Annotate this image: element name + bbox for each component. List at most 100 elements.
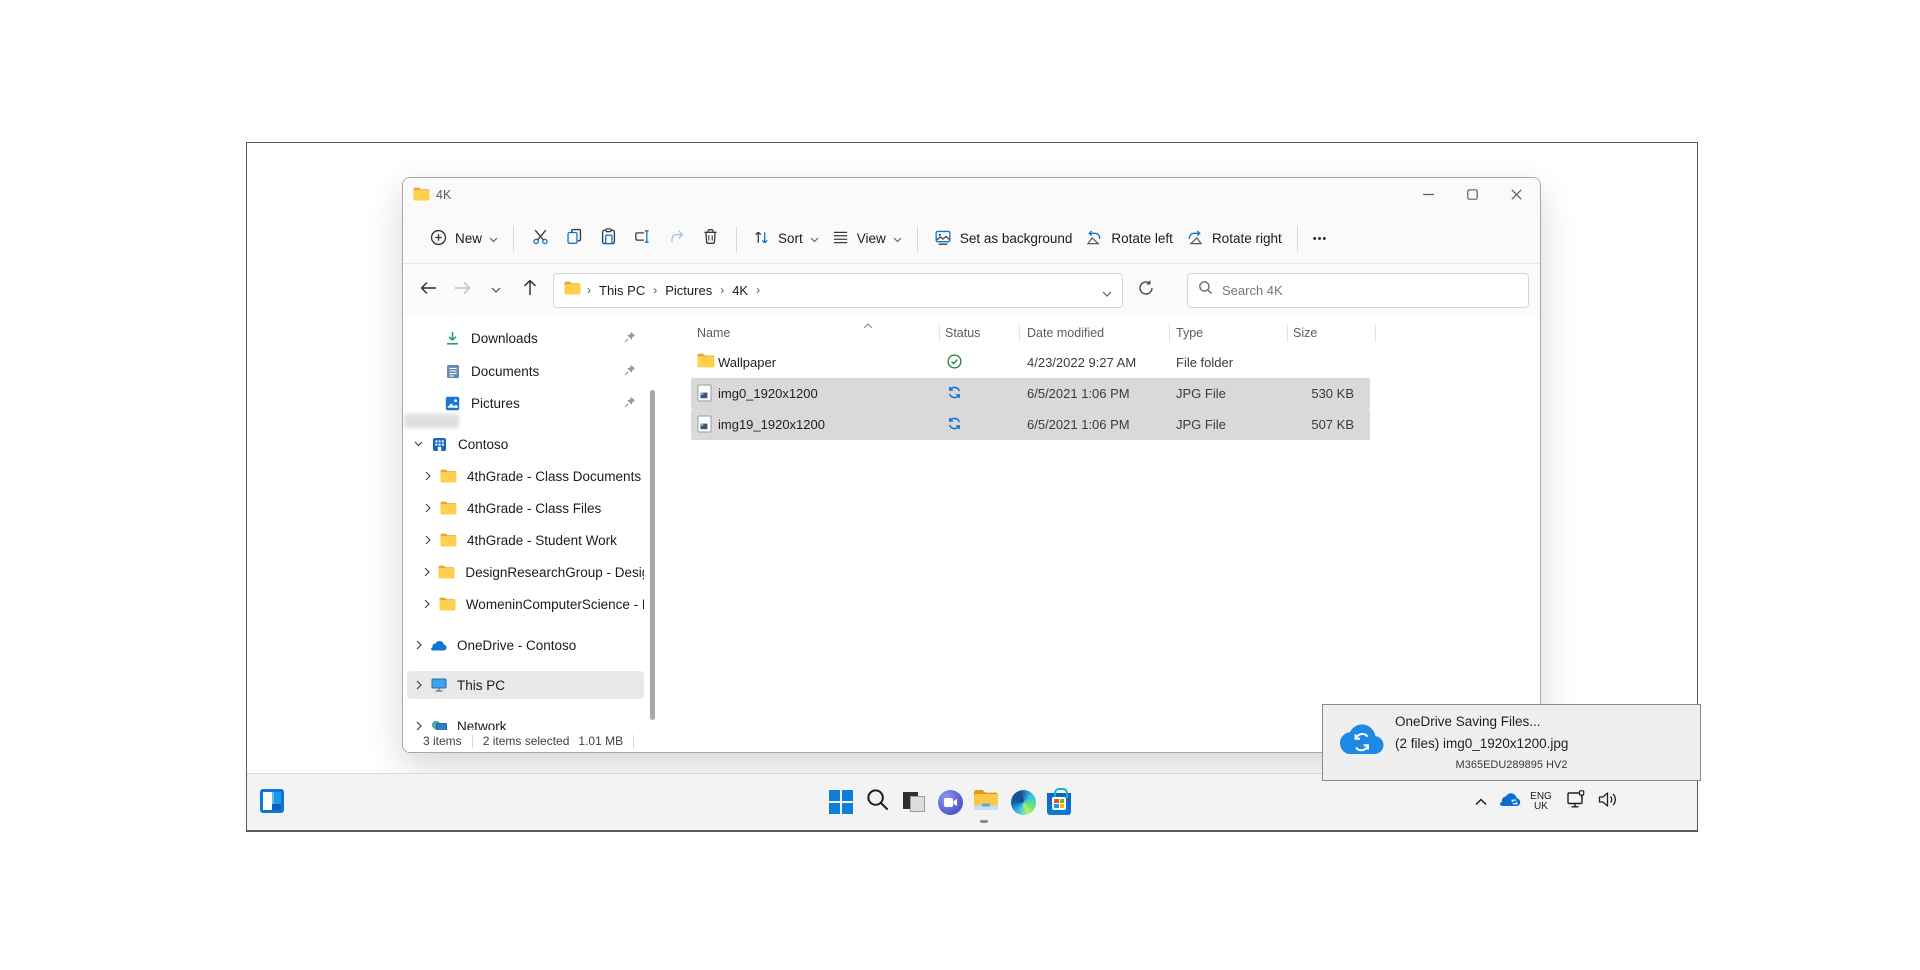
up-button[interactable]: [513, 273, 547, 307]
sidebar-item-designresearchgroup[interactable]: DesignResearchGroup - Design Re: [407, 558, 644, 586]
more-options-button[interactable]: •••: [1307, 221, 1334, 257]
search-icon: [1198, 280, 1213, 300]
column-header-status[interactable]: Status: [945, 326, 980, 340]
column-header-type[interactable]: Type: [1176, 326, 1203, 340]
sidebar-item-4thgrade-class-files[interactable]: 4thGrade - Class Files: [407, 494, 644, 522]
copy-button[interactable]: [557, 221, 591, 257]
breadcrumb-chevron-icon: ›: [649, 283, 661, 297]
rename-button[interactable]: [625, 221, 659, 257]
rotate-right-icon: [1185, 228, 1205, 250]
selection-size: 1.01 MB: [578, 734, 623, 748]
sidebar-item-4thgrade-class-documents[interactable]: 4thGrade - Class Documents: [407, 462, 644, 490]
breadcrumb-bar[interactable]: › This PC › Pictures › 4K ›: [553, 273, 1123, 308]
sort-button[interactable]: Sort: [746, 221, 825, 257]
widgets-button[interactable]: [260, 789, 286, 815]
file-date-modified: 4/23/2022 9:27 AM: [1027, 355, 1136, 370]
explorer-window: 4K New: [402, 177, 1541, 753]
task-view-button[interactable]: [901, 789, 927, 815]
task-view-icon: [902, 790, 926, 814]
sidebar-item-label: DesignResearchGroup - Design Re: [465, 565, 644, 580]
chevron-right-icon: [423, 535, 433, 545]
sidebar-item-contoso[interactable]: Contoso: [407, 430, 644, 458]
minimize-button[interactable]: [1406, 179, 1450, 212]
column-header-date-modified[interactable]: Date modified: [1027, 326, 1104, 340]
network-icon: [1567, 790, 1589, 814]
paste-button[interactable]: [591, 221, 625, 257]
edge-button[interactable]: [1010, 789, 1036, 815]
sidebar-item-label: Downloads: [471, 331, 538, 346]
recent-locations-button[interactable]: [479, 273, 513, 307]
sidebar-item-label: Pictures: [471, 396, 520, 411]
file-explorer-button[interactable]: [973, 789, 999, 815]
search-icon: [866, 788, 889, 816]
refresh-button[interactable]: [1129, 273, 1163, 307]
item-count: 3 items: [423, 734, 462, 748]
sidebar-scrollbar[interactable]: [650, 390, 655, 720]
cut-button[interactable]: [523, 221, 557, 257]
forward-button[interactable]: [445, 273, 479, 307]
store-button[interactable]: [1046, 789, 1072, 815]
address-dropdown-chevron-icon[interactable]: [1102, 285, 1112, 303]
column-header-size[interactable]: Size: [1293, 326, 1317, 340]
rotate-right-button[interactable]: Rotate right: [1179, 221, 1288, 257]
close-button[interactable]: [1494, 179, 1538, 212]
taskbar-search-button[interactable]: [864, 789, 890, 815]
column-header-name[interactable]: Name: [697, 326, 730, 340]
column-separator[interactable]: [1019, 324, 1020, 342]
statusbar-separator: [633, 735, 634, 748]
tray-show-hidden-icons-button[interactable]: [1469, 787, 1493, 817]
onedrive-cloud-icon: [1499, 792, 1521, 812]
onedrive-cloud-icon: [430, 640, 447, 651]
onedrive-sync-cloud-icon: [1339, 723, 1385, 760]
rotate-left-icon: [1084, 228, 1104, 250]
column-separator[interactable]: [1169, 324, 1170, 342]
sidebar-item-documents[interactable]: Documents: [407, 357, 644, 385]
column-separator[interactable]: [1287, 324, 1288, 342]
status-syncing-icon: [947, 385, 962, 405]
tray-volume-button[interactable]: [1595, 787, 1621, 817]
tray-language-indicator[interactable]: ENG UK: [1527, 787, 1555, 817]
file-name: Wallpaper: [718, 355, 776, 370]
search-input[interactable]: [1222, 283, 1518, 298]
file-row-img19[interactable]: img19_1920x1200 6/5/2021 1:06 PM JPG Fil…: [691, 409, 1370, 440]
breadcrumb-pictures[interactable]: Pictures: [661, 283, 716, 298]
back-button[interactable]: [411, 273, 445, 307]
sidebar-item-downloads[interactable]: Downloads: [407, 324, 644, 352]
share-icon: [667, 227, 686, 251]
new-button[interactable]: New: [423, 221, 504, 257]
rotate-left-button[interactable]: Rotate left: [1078, 221, 1179, 257]
navigation-pane: Downloads Documents Pictures Contoso: [403, 322, 656, 730]
delete-icon: [701, 227, 720, 251]
chevron-down-icon: [491, 281, 501, 299]
onedrive-notification[interactable]: OneDrive Saving Files... (2 files) img0_…: [1322, 704, 1701, 781]
maximize-button[interactable]: [1450, 179, 1494, 212]
view-button[interactable]: View: [825, 221, 908, 257]
sidebar-item-onedrive-contoso[interactable]: OneDrive - Contoso: [407, 631, 644, 659]
sidebar-item-pictures[interactable]: Pictures: [407, 389, 644, 417]
set-as-background-button[interactable]: Set as background: [927, 221, 1079, 257]
sidebar-item-4thgrade-student-work[interactable]: 4thGrade - Student Work: [407, 526, 644, 554]
tray-onedrive-icon[interactable]: [1497, 787, 1523, 817]
chevron-up-icon: [1475, 793, 1487, 811]
column-separator[interactable]: [939, 324, 940, 342]
breadcrumb-4k[interactable]: 4K: [728, 283, 752, 298]
chevron-right-icon: [423, 567, 431, 577]
minimize-icon: [1423, 187, 1434, 205]
tray-network-button[interactable]: [1565, 787, 1591, 817]
chevron-down-icon: [413, 441, 423, 447]
file-row-img0[interactable]: img0_1920x1200 6/5/2021 1:06 PM JPG File…: [691, 378, 1370, 409]
delete-button[interactable]: [693, 221, 727, 257]
column-separator[interactable]: [1375, 324, 1376, 342]
share-button[interactable]: [659, 221, 693, 257]
sidebar-item-womenincomputerscience[interactable]: WomeninComputerScience - Man: [407, 590, 644, 618]
start-button[interactable]: [828, 789, 854, 815]
file-row-wallpaper[interactable]: Wallpaper 4/23/2022 9:27 AM File folder: [691, 347, 1370, 378]
sidebar-item-network[interactable]: Network: [407, 712, 644, 730]
breadcrumb-this-pc[interactable]: This PC: [595, 283, 649, 298]
sidebar-item-this-pc[interactable]: This PC: [407, 671, 644, 699]
sidebar-item-label: WomeninComputerScience - Man: [466, 597, 644, 612]
forward-icon: [454, 281, 471, 300]
chat-button[interactable]: [937, 789, 963, 815]
notification-title: OneDrive Saving Files...: [1395, 714, 1541, 729]
rename-icon: [633, 227, 652, 251]
